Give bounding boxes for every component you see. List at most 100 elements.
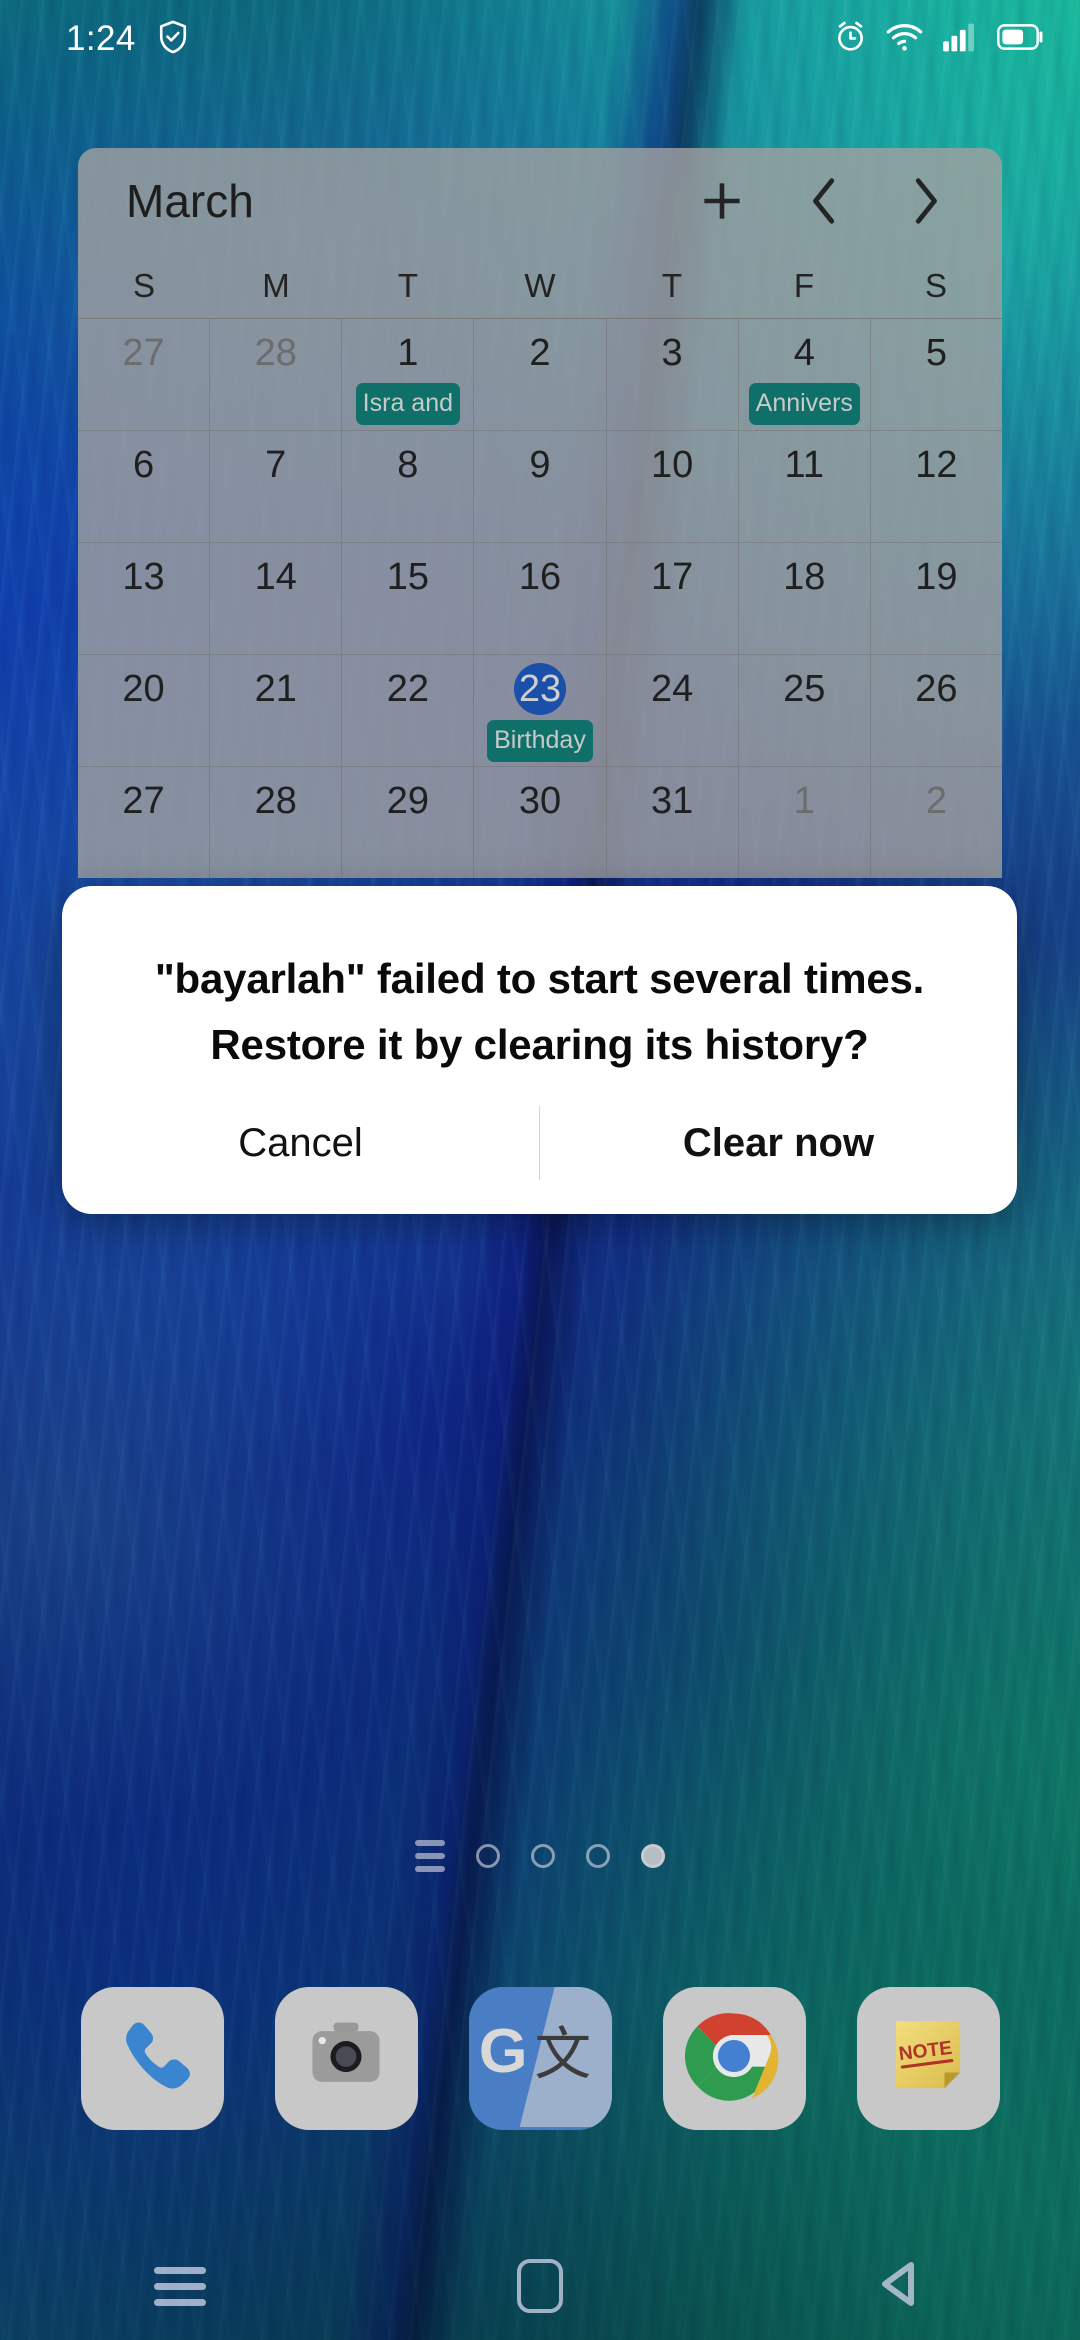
calendar-day-cell[interactable]: 29 [342,767,475,878]
calendar-day-number: 1 [793,780,815,822]
dock-item-translate[interactable]: G 文 [468,1986,612,2130]
dock-item-camera[interactable] [274,1986,418,2130]
calendar-day-cell[interactable]: 27 [78,319,211,430]
calendar-day-cell[interactable]: 5 [871,319,1002,430]
dock-item-phone[interactable] [80,1986,224,2130]
calendar-month-label: March [126,175,254,227]
recents-icon [154,2266,206,2306]
page-dot-1[interactable] [476,1844,500,1868]
calendar-day-cell[interactable]: 15 [342,543,475,654]
calendar-day-number: 4 [793,332,815,374]
calendar-day-cell[interactable]: 11 [739,431,871,542]
calendar-day-number: 3 [661,332,683,374]
calendar-day-number: 10 [650,444,694,486]
calendar-day-cell[interactable]: 8 [342,431,475,542]
calendar-day-number: 7 [265,444,287,486]
calendar-day-cell[interactable]: 17 [607,543,739,654]
calendar-day-cell[interactable]: 4 Annivers [739,319,871,430]
status-bar: 1:24 [0,0,1080,78]
calendar-day-number: 24 [650,668,694,710]
calendar-widget[interactable]: March S M T W T F S 27 28 1 Isra and 2 3… [78,148,1002,878]
calendar-header: March [78,148,1002,254]
calendar-prev-month-button[interactable] [796,173,852,229]
calendar-day-cell[interactable]: 7 [210,431,343,542]
calendar-day-cell[interactable]: 16 [474,543,607,654]
calendar-day-cell[interactable]: 2 [871,767,1002,878]
calendar-day-number: 22 [386,668,429,710]
navigation-bar [0,2232,1080,2340]
calendar-day-cell[interactable]: 12 [871,431,1002,542]
signal-icon [942,22,978,57]
home-button[interactable] [360,2232,720,2340]
calendar-day-cell[interactable]: 28 [210,319,343,430]
calendar-day-cell[interactable]: 27 [78,767,211,878]
calendar-day-number: 15 [386,556,429,598]
page-dot-2[interactable] [531,1844,555,1868]
shield-check-icon [158,20,188,59]
page-dot-4[interactable] [641,1844,665,1868]
calendar-grid: 27 28 1 Isra and 2 3 4 Annivers 5 6 7 8 9 10 11 12 13 14 1… [78,318,1002,878]
calendar-day-cell[interactable]: 10 [607,431,739,542]
calendar-day-cell[interactable]: 2 [474,319,607,430]
back-button[interactable] [720,2232,1080,2340]
phone-icon [104,2008,200,2109]
calendar-day-number: 19 [915,556,958,598]
app-drawer-handle-icon[interactable] [415,1840,445,1872]
calendar-day-cell[interactable]: 1 [739,767,871,878]
calendar-day-cell[interactable]: 20 [78,655,211,766]
calendar-day-cell[interactable]: 3 [607,319,739,430]
calendar-day-cell[interactable]: 21 [210,655,343,766]
calendar-day-number: 16 [518,556,562,598]
calendar-day-cell[interactable]: 14 [210,543,343,654]
calendar-day-cell[interactable]: 25 [739,655,871,766]
page-dot-3[interactable] [586,1844,610,1868]
dialog-actions: Cancel Clear now [62,1082,1017,1214]
calendar-day-cell[interactable]: 13 [78,543,211,654]
recents-button[interactable] [0,2232,360,2340]
calendar-day-number: 31 [650,780,694,822]
calendar-day-cell[interactable]: 22 [342,655,475,766]
dock-item-note[interactable]: NOTE [856,1986,1000,2130]
calendar-week-row: 20 21 22 23 Birthday 24 25 26 [78,655,1002,767]
battery-icon [997,23,1044,55]
calendar-day-cell[interactable]: 24 [607,655,739,766]
calendar-event-chip[interactable]: Birthday [487,720,593,762]
calendar-week-row: 27 28 1 Isra and 2 3 4 Annivers 5 [78,319,1002,431]
calendar-day-number: 21 [254,668,297,710]
calendar-day-cell[interactable]: 31 [607,767,739,878]
calendar-day-cell[interactable]: 30 [474,767,607,878]
home-page-indicator [0,1840,1080,1872]
calendar-day-number: 9 [529,444,551,486]
calendar-day-number: 18 [783,556,826,598]
weekday-label: S [924,267,947,304]
dialog-message: "bayarlah" failed to start several times… [154,955,925,1068]
svg-text:文: 文 [534,2021,591,2087]
status-bar-left: 1:24 [66,19,188,59]
calendar-day-cell[interactable]: 26 [871,655,1002,766]
dock-item-chrome[interactable] [662,1986,806,2130]
calendar-day-cell[interactable]: 28 [210,767,343,878]
calendar-day-cell[interactable]: 19 [871,543,1002,654]
calendar-event-chip[interactable]: Annivers [748,383,860,425]
weekday-label: F [793,267,815,304]
calendar-day-cell[interactable]: 6 [78,431,211,542]
weekday-label: T [661,267,683,304]
camera-icon [300,2010,392,2107]
calendar-day-number: 28 [254,780,297,822]
calendar-event-chip[interactable]: Isra and [355,383,461,425]
home-icon [517,2259,563,2313]
calendar-day-cell[interactable]: 1 Isra and [342,319,475,430]
calendar-today-marker: 23 [513,663,566,715]
calendar-day-number: 1 [397,332,419,374]
calendar-next-month-button[interactable] [898,173,954,229]
calendar-day-cell[interactable]: 18 [739,543,871,654]
calendar-day-cell[interactable]: 23 Birthday [474,655,607,766]
cancel-button[interactable]: Cancel [62,1082,539,1204]
calendar-day-number: 14 [254,556,297,598]
calendar-day-cell[interactable]: 9 [474,431,607,542]
calendar-add-event-button[interactable] [694,173,750,229]
clear-now-button[interactable]: Clear now [540,1082,1017,1204]
translate-icon: G 文 [468,1986,612,2130]
weekday-label: W [524,267,556,304]
calendar-day-number: 8 [397,444,419,486]
